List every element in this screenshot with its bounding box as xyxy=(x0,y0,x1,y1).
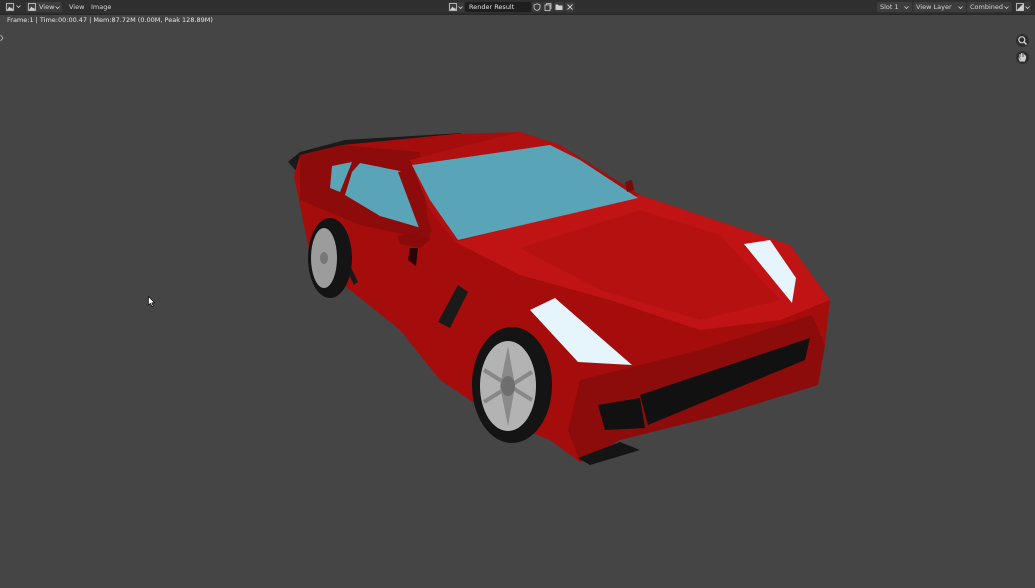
car-render xyxy=(288,132,830,465)
pan-hand-icon xyxy=(1018,52,1027,62)
image-icon xyxy=(28,3,36,11)
pan-button[interactable] xyxy=(1016,51,1029,64)
zoom-button[interactable] xyxy=(1016,34,1029,47)
zoom-icon xyxy=(1018,36,1028,46)
chevron-down-icon xyxy=(16,5,21,9)
close-icon xyxy=(567,4,573,10)
new-image-button[interactable] xyxy=(543,2,553,12)
view-layer-dropdown[interactable]: View Layer xyxy=(913,2,966,12)
image-name-field[interactable]: Render Result xyxy=(465,2,531,12)
view-layer-label: View Layer xyxy=(916,3,952,11)
fake-user-button[interactable] xyxy=(532,2,542,12)
open-image-button[interactable] xyxy=(554,2,564,12)
browse-image-button[interactable] xyxy=(448,2,464,12)
image-editor-header: View View Image Render Result Slot 1 Vie… xyxy=(0,0,1035,15)
chevron-down-icon xyxy=(958,6,963,10)
image-viewport[interactable] xyxy=(0,14,1035,588)
chevron-down-icon xyxy=(1004,6,1009,10)
view-mode-dropdown[interactable]: View xyxy=(26,2,62,12)
image-editor-icon xyxy=(6,3,14,11)
folder-icon xyxy=(555,4,563,10)
menu-view[interactable]: View xyxy=(66,2,87,12)
mouse-cursor-icon xyxy=(148,296,156,307)
slot-dropdown[interactable]: Slot 1 xyxy=(877,2,912,12)
shield-icon xyxy=(533,3,541,11)
render-stats: Frame:1 | Time:00:00.47 | Mem:87.72M (0.… xyxy=(7,16,213,24)
chevron-down-icon xyxy=(1025,6,1030,10)
color-alpha-icon xyxy=(1016,3,1024,11)
chevron-down-icon xyxy=(904,6,909,10)
menu-image[interactable]: Image xyxy=(88,2,114,12)
duplicate-icon xyxy=(544,3,552,11)
unlink-image-button[interactable] xyxy=(565,2,575,12)
view-mode-label: View xyxy=(39,3,55,11)
image-browse-icon xyxy=(449,3,457,11)
render-pass-dropdown[interactable]: Combined xyxy=(967,2,1012,12)
render-pass-label: Combined xyxy=(970,3,1004,11)
display-channels-button[interactable] xyxy=(1015,2,1031,12)
chevron-down-icon xyxy=(55,6,60,10)
slot-label: Slot 1 xyxy=(880,3,899,11)
editor-type-button[interactable] xyxy=(5,2,15,12)
chevron-down-icon xyxy=(458,6,463,10)
